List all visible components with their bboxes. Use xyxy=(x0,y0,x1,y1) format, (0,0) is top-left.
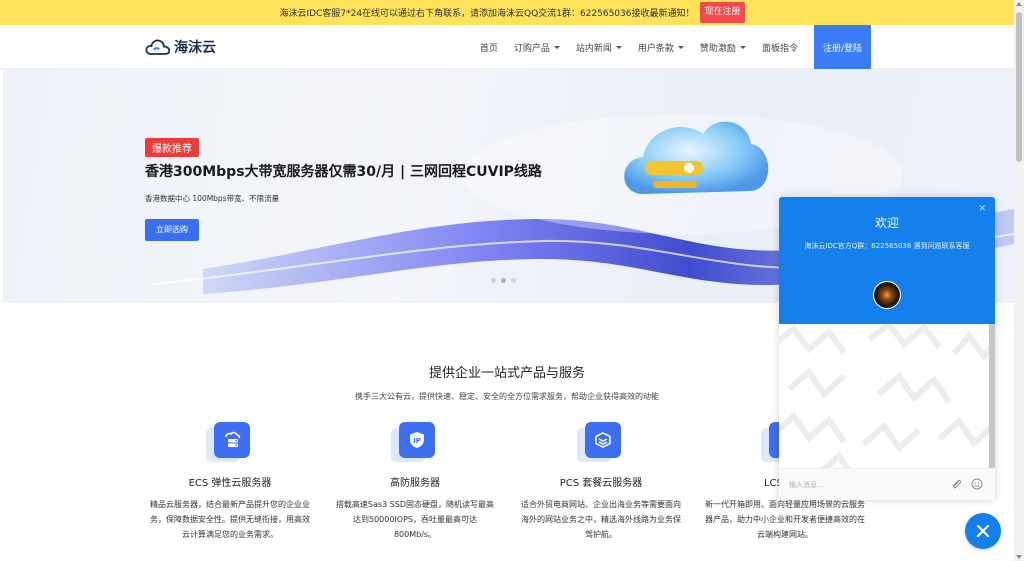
emoji-icon[interactable] xyxy=(971,478,983,490)
carousel-dot[interactable] xyxy=(511,278,516,283)
nav-label: 站内新闻 xyxy=(575,43,612,54)
nav-label: 订购产品 xyxy=(513,43,550,54)
service-desc: 精品云服务器，结合最新产品提升您的企业业务，保障数据安全性。提供无缝衔接，用高效… xyxy=(150,500,310,539)
nav-label: 首页 xyxy=(479,43,498,54)
top-notice-bar: 海沫云IDC客服7*24在线可以通过右下角联系，请添加海沫云QQ交流1群：622… xyxy=(0,0,1024,25)
service-name: 高防服务器 xyxy=(390,478,440,489)
support-avatar xyxy=(873,281,901,309)
chat-input-bar: 输入消息... xyxy=(779,468,995,500)
hero-subtitle: 香港数据中心 100Mbps带宽、不限流量 xyxy=(145,194,280,203)
notice-text: 海沫云IDC客服7*24在线可以通过右下角联系，请添加海沫云QQ交流1群：622… xyxy=(279,9,695,19)
service-desc: 搭载高速Sas3 SSD固态硬盘，随机读写最高达到50000IOPS，吞吐量最高… xyxy=(335,500,495,539)
chat-widget: 欢迎 ✕ 海沫云IDC官方Q群：622565036 遇到问题联系客服 输入消息.… xyxy=(779,197,995,500)
chevron-down-icon xyxy=(739,45,746,49)
site-logo[interactable]: 海沫云 xyxy=(145,37,216,57)
carousel-dot[interactable] xyxy=(491,278,496,283)
chat-qq-group-text: 海沫云IDC官方Q群：622565036 遇到问题联系客服 xyxy=(804,242,970,250)
chat-scrollbar-thumb[interactable] xyxy=(989,324,995,468)
site-header: 海沫云 首页 订购产品 站内新闻 用户条款 赞助激励 面板指令 注册/登陆 xyxy=(0,25,1014,69)
main-nav: 首页 订购产品 站内新闻 用户条款 赞助激励 面板指令 注册/登陆 xyxy=(464,25,871,69)
service-name: ECS 弹性云服务器 xyxy=(188,478,272,489)
close-icon xyxy=(976,524,990,538)
page-scrollbar-thumb[interactable] xyxy=(1016,12,1022,162)
chat-close-icon[interactable]: ✕ xyxy=(978,204,986,214)
login-register-button[interactable]: 注册/登陆 xyxy=(813,25,871,69)
service-desc: 适合外贸电商网站、企业出海业务等需要面向海外的网站业务之中，精选海外线路为业务保… xyxy=(521,500,681,539)
page-scrollbar[interactable] xyxy=(1014,0,1024,561)
chat-welcome: 欢迎 xyxy=(874,216,899,230)
service-icon-wrap xyxy=(206,420,254,468)
service-card-ecs[interactable]: ECS 弹性云服务器 精品云服务器，结合最新产品提升您的企业业务，保障数据安全性… xyxy=(145,420,315,542)
chat-header: 欢迎 ✕ 海沫云IDC官方Q群：622565036 遇到问题联系客服 xyxy=(779,197,995,324)
register-now-button[interactable]: 现在注册 xyxy=(700,2,745,23)
brand-name: 海沫云 xyxy=(174,40,216,56)
nav-products[interactable]: 订购产品 xyxy=(514,41,560,54)
nav-label: 赞助激励 xyxy=(699,43,736,54)
nav-terms[interactable]: 用户条款 xyxy=(638,41,684,54)
service-name: PCS 套餐云服务器 xyxy=(559,478,643,489)
nav-panel-commands[interactable]: 面板指令 xyxy=(762,41,798,54)
nav-label: 用户条款 xyxy=(637,43,674,54)
ip-shield-icon: IP xyxy=(399,422,435,458)
paperclip-icon[interactable] xyxy=(950,478,962,490)
chevron-down-icon xyxy=(553,45,560,49)
carousel-dots xyxy=(491,278,521,283)
chevron-down-icon xyxy=(677,45,684,49)
carousel-dot[interactable] xyxy=(501,278,506,283)
cloud-logo-icon xyxy=(145,39,171,55)
nav-sponsor[interactable]: 赞助激励 xyxy=(700,41,746,54)
service-desc: 新一代开箱即用、面向轻量应用场景的云服务器产品，助力中小企业和开发者便捷高效的在… xyxy=(705,500,865,539)
service-card-ddos[interactable]: IP 高防服务器 搭载高速Sas3 SSD固态硬盘，随机读写最高达到50000I… xyxy=(330,420,500,542)
chat-toggle-button[interactable] xyxy=(965,513,1001,549)
service-icon-wrap xyxy=(577,420,625,468)
chat-message-area xyxy=(779,324,989,468)
service-card-pcs[interactable]: PCS 套餐云服务器 适合外贸电商网站、企业出海业务等需要面向海外的网站业务之中… xyxy=(516,420,686,542)
layers-icon xyxy=(585,422,621,458)
service-icon-wrap: IP xyxy=(391,420,439,468)
hot-recommend-badge: 爆款推荐 xyxy=(145,138,199,157)
nav-home[interactable]: 首页 xyxy=(480,41,498,54)
chat-pattern-background xyxy=(779,324,989,468)
chat-scrollbar[interactable] xyxy=(989,324,995,468)
hero-title: 香港300Mbps大带宽服务器仅需30/月 | 三网回程CUVIP线路 xyxy=(145,164,542,180)
chevron-down-icon xyxy=(615,45,622,49)
nav-news[interactable]: 站内新闻 xyxy=(576,41,622,54)
buy-now-button[interactable]: 立即选购 xyxy=(145,219,199,241)
svg-text:IP: IP xyxy=(413,437,421,445)
scroll-down-arrow-icon[interactable] xyxy=(1016,555,1022,559)
server-icon xyxy=(214,422,250,458)
chat-input[interactable]: 输入消息... xyxy=(789,480,824,490)
nav-label: 面板指令 xyxy=(761,43,798,54)
scroll-up-arrow-icon[interactable] xyxy=(1016,2,1022,6)
